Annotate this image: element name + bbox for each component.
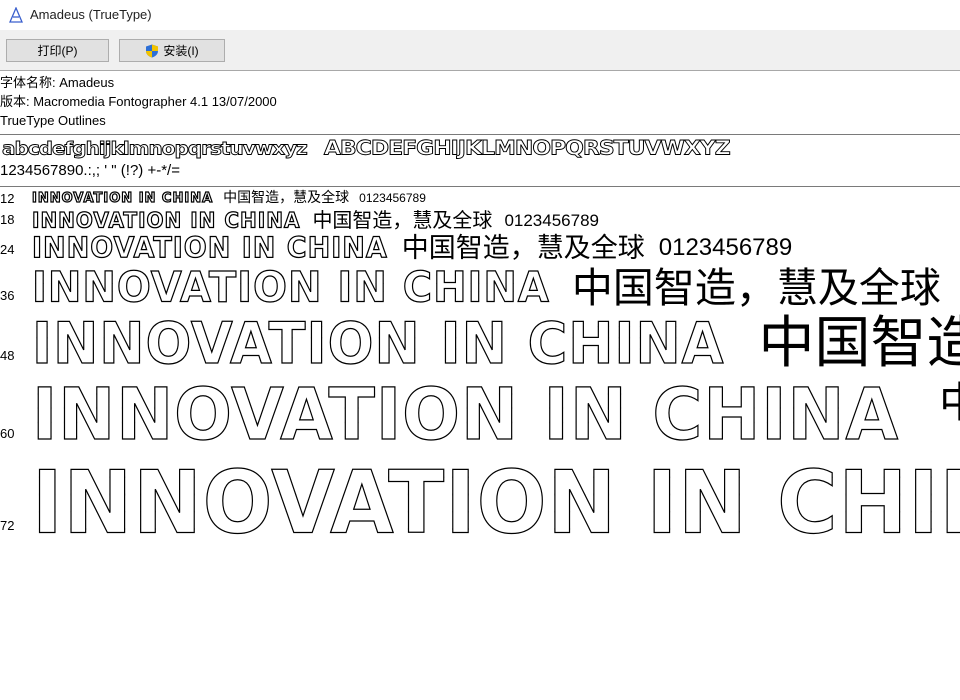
sample-row-12: 12 Innovation in China 中国智造，慧及全球 0123456…	[0, 188, 960, 208]
sample-row-24: 24 Innovation in China 中国智造，慧及全球 0123456…	[0, 230, 960, 264]
size-label: 72	[0, 518, 15, 533]
toolbar: 打印(P) 安装(I)	[0, 30, 960, 71]
sample-latin-text: Innovation in China	[31, 207, 301, 232]
sample-digits-text: 0123456789	[658, 234, 793, 261]
sample-latin-text: Innovation in China	[31, 231, 388, 264]
sample-latin-text: Innovation in China	[31, 374, 900, 456]
sample-cjk-text: 中国智造，慧及全球	[758, 311, 960, 376]
sample-cjk-text: 中国智造，慧及全球	[401, 232, 645, 264]
sample-row-48: 48 Innovation in China 中国智造，慧及全球 0123456…	[0, 310, 960, 376]
charset-uppercase: ABCDEFGHIJKLMNOPQRSTUVWXYZ	[323, 137, 731, 160]
install-button-label: 安装(I)	[163, 44, 199, 58]
sample-digits-text: 0123456789	[359, 191, 426, 205]
install-button[interactable]: 安装(I)	[119, 39, 225, 62]
sample-row-60: 60 Innovation in China 中国智造，慧及全球 0123456…	[0, 374, 960, 456]
sample-latin-text: Innovation in China	[31, 460, 960, 547]
sample-cjk-text: 中国智造，慧及全球	[939, 382, 960, 424]
font-name-line: 字体名称: Amadeus	[0, 75, 115, 90]
sample-row-18: 18 Innovation in China 中国智造，慧及全球 0123456…	[0, 206, 960, 232]
charset-digits-row: 1234567890.:,; ' " (!?) +-*/=	[0, 162, 180, 179]
title-bar: Amadeus (TrueType)	[0, 0, 960, 30]
uac-shield-icon	[146, 44, 159, 57]
divider	[0, 186, 960, 187]
size-label: 18	[0, 212, 15, 227]
print-button-label: 打印(P)	[37, 44, 78, 58]
size-label: 36	[0, 288, 15, 303]
charset-lowercase: abcdefghijklmnopqrstuvwxyz	[2, 137, 309, 160]
divider	[0, 134, 960, 135]
sample-row-72: 72 Innovation in China 中国智造，慧及全球 0123456…	[0, 454, 960, 554]
sample-row-36: 36 Innovation in China 中国智造，慧及全球 0123456…	[0, 262, 960, 312]
sample-latin-text: Innovation in China	[31, 190, 214, 206]
window-title: Amadeus (TrueType)	[30, 7, 152, 22]
font-version-line: 版本: Macromedia Fontographer 4.1 13/07/20…	[0, 94, 277, 109]
sample-cjk-text: 中国智造，慧及全球	[571, 263, 941, 312]
sample-digits-text: 0123456789	[504, 210, 599, 230]
size-label: 60	[0, 426, 15, 441]
size-label: 12	[0, 191, 15, 206]
size-label: 24	[0, 242, 15, 257]
sample-latin-text: Innovation in China	[31, 310, 725, 376]
font-file-icon	[9, 7, 23, 23]
size-label: 48	[0, 348, 15, 363]
charset-alphabet-row: abcdefghijklmnopqrstuvwxyz ABCDEFGHIJKLM…	[0, 136, 960, 164]
sample-cjk-text: 中国智造，慧及全球	[223, 190, 350, 206]
font-type-line: TrueType Outlines	[0, 113, 106, 128]
sample-latin-text: Innovation in China	[31, 263, 550, 312]
print-button[interactable]: 打印(P)	[6, 39, 109, 62]
font-info: 字体名称: Amadeus 版本: Macromedia Fontographe…	[0, 73, 277, 130]
sample-cjk-text: 中国智造，慧及全球	[312, 208, 493, 232]
